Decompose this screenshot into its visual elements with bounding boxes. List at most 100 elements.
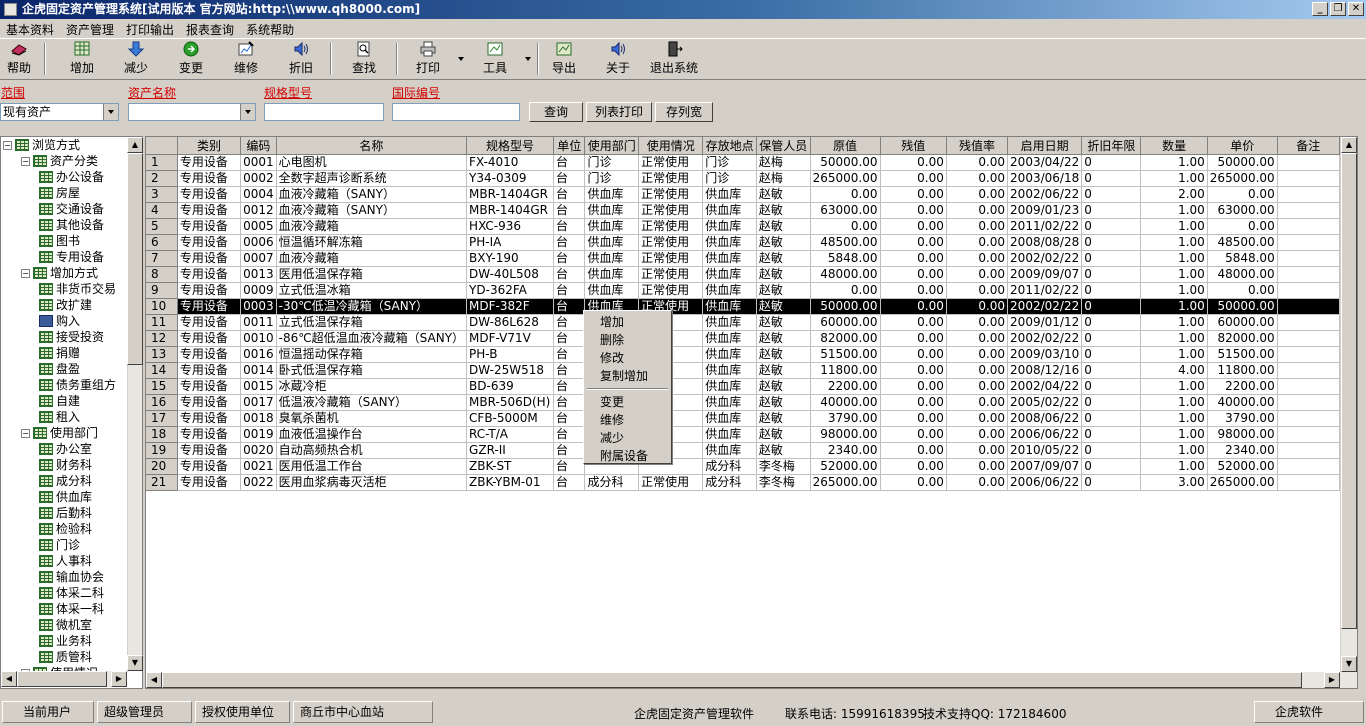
restore-button[interactable]: ❐ [1330,2,1346,16]
column-header[interactable]: 折旧年限 [1081,137,1142,155]
table-row[interactable]: 17 专用设备 0018 臭氧杀菌机 CFB-5000M 台供血库 赵敏 3790.00 0.0… [146,410,1357,427]
column-header[interactable]: 数量 [1140,137,1208,155]
tree-node[interactable]: 办公室 [39,441,92,457]
context-menu-reduce[interactable]: 减少 [600,429,624,447]
tree-node[interactable]: 体采一科 [39,601,104,617]
table-row[interactable]: 2 专用设备 0002 全数字超声诊断系统 Y34-0309 台门诊 正常使用 门诊 赵梅 265… [146,170,1357,187]
table-row[interactable]: 16 专用设备 0017 低温液冷藏箱（SANY） MBR-506D(H) 台供血库 赵敏 4… [146,394,1357,411]
table-row[interactable]: 6 专用设备 0006 恒温循环解冻箱 PH-IA 台供血库 正常使用 供血库 赵敏 48500.… [146,234,1357,251]
column-header[interactable]: 保管人员 [756,137,811,155]
tree-node[interactable]: − 增加方式 [21,265,98,281]
tree-node[interactable]: 房屋 [39,185,80,201]
tree-node[interactable]: 门诊 [39,537,80,553]
tree-node[interactable]: 人事科 [39,553,92,569]
scroll-left-icon[interactable]: ◀ [146,672,162,688]
table-row[interactable]: 11 专用设备 0011 立式低温保存箱 DW-86L628 台供血库 赵敏 60000.00… [146,314,1357,331]
tree-node[interactable]: 购入 [39,313,80,329]
tree-node[interactable]: − 使用部门 [21,425,98,441]
minimize-button[interactable]: _ [1312,2,1328,16]
tree-node[interactable]: 输血协会 [39,569,104,585]
table-row[interactable]: 13 专用设备 0016 恒温摇动保存箱 PH-B 台供血库 赵敏 51500.00 0.00 0… [146,346,1357,363]
menu-system-help[interactable]: 系统帮助 [240,19,300,38]
scroll-thumb[interactable] [1341,153,1357,629]
scroll-down-icon[interactable]: ▼ [1341,656,1357,672]
print-dropdown-arrow[interactable] [458,57,464,61]
intl-code-input[interactable] [392,103,520,121]
table-row[interactable]: 12 专用设备 0010 -86℃超低温血液冷藏箱（SANY） MDF-V71V 台 供血库… [146,330,1357,347]
exit-button[interactable]: 退出系统 [646,41,702,76]
tools-button[interactable]: 工具 [471,41,519,76]
asset-name-select[interactable] [128,103,256,121]
list-print-button[interactable]: 列表打印 [586,102,652,122]
close-button[interactable]: ✕ [1348,2,1364,16]
table-row[interactable]: 4 专用设备 0012 血液冷藏箱（SANY） MBR-1404GR 台供血库 正常使用 供血… [146,202,1357,219]
table-row[interactable]: 15 专用设备 0015 冰蔵冷柜 BD-639 台供血库 赵敏 2200.00 0.00 0.0… [146,378,1357,395]
menu-print-output[interactable]: 打印输出 [120,19,180,38]
tree-node[interactable]: 接受投资 [39,329,104,345]
table-row[interactable]: 14 专用设备 0014 卧式低温保存箱 DW-25W518 台供血库 赵敏 11800.00… [146,362,1357,379]
table-row[interactable]: 19 专用设备 0020 自动高频热合机 GZR-II 台供血库 赵敏 2340.00 0.00… [146,442,1357,459]
table-row[interactable]: 9 专用设备 0009 立式低温冰箱 YD-362FA 台供血库 正常使用 供血库 赵敏 0.00… [146,282,1357,299]
menu-reports[interactable]: 报表查询 [180,19,240,38]
tree-node[interactable]: 图书 [39,233,80,249]
tree-node[interactable]: 改扩建 [39,297,92,313]
column-header[interactable]: 名称 [276,137,468,155]
table-row[interactable]: 7 专用设备 0007 血液冷藏箱 BXY-190 台供血库 正常使用 供血库 赵敏 5848.0… [146,250,1357,267]
column-header[interactable]: 残值率 [946,137,1009,155]
scroll-right-icon[interactable]: ▶ [111,671,127,687]
scroll-up-icon[interactable]: ▲ [127,137,143,153]
scroll-right-icon[interactable]: ▶ [1324,672,1340,688]
tree-node[interactable]: 捐赠 [39,345,80,361]
context-menu-delete[interactable]: 删除 [600,331,624,349]
tree-vertical-scrollbar[interactable]: ▲ ▼ [127,137,143,671]
tree-horizontal-scrollbar[interactable]: ◀ ▶ [1,671,127,687]
context-menu-copy-add[interactable]: 复制增加 [600,367,648,385]
print-button[interactable]: 打印 [404,41,452,76]
scroll-down-icon[interactable]: ▼ [127,655,143,671]
change-button[interactable]: 变更 [167,41,215,76]
column-header[interactable]: 使用情况 [638,137,704,155]
collapse-icon[interactable]: − [3,141,12,150]
tree-node[interactable]: 质管科 [39,649,92,665]
column-header[interactable]: 使用部门 [584,137,640,155]
tree-node[interactable]: 办公设备 [39,169,104,185]
depreciation-button[interactable]: 折旧 [277,41,325,76]
column-header[interactable]: 单价 [1207,137,1278,155]
tree-node[interactable]: 租入 [39,409,80,425]
column-header[interactable]: 存放地点 [702,137,757,155]
menu-basic-data[interactable]: 基本资料 [0,19,60,38]
help-button[interactable]: 帮助 [0,41,43,76]
tree-node[interactable]: − 资产分类 [21,153,98,169]
tree-node[interactable]: 盘盈 [39,361,80,377]
menu-asset-management[interactable]: 资产管理 [60,19,120,38]
repair-button[interactable]: 维修 [222,41,270,76]
column-header[interactable]: 残值 [880,137,947,155]
table-row[interactable]: 10 专用设备 0003 -30℃低温冷藏箱（SANY） MDF-382F 台供血库 正常使… [146,298,1357,315]
column-header[interactable]: 启用日期 [1007,137,1083,155]
reduce-button[interactable]: 减少 [112,41,160,76]
table-row[interactable]: 1 专用设备 0001 心电图机 FX-4010 台门诊 正常使用 门诊 赵梅 50000.00 0… [146,154,1357,171]
scroll-up-icon[interactable]: ▲ [1341,137,1357,153]
column-header[interactable]: 原值 [810,137,881,155]
export-button[interactable]: 导出 [540,41,588,76]
tree-node[interactable]: 非货币交易 [39,281,116,297]
table-row[interactable]: 18 专用设备 0019 血液低温操作台 RC-T/A 台供血库 赵敏 98000.00 0.0… [146,426,1357,443]
query-button[interactable]: 查询 [529,102,583,122]
column-header[interactable]: 备注 [1277,137,1340,155]
tools-dropdown-arrow[interactable] [525,57,531,61]
chevron-down-icon[interactable] [103,104,118,120]
scope-select[interactable]: 现有资产 [0,103,119,121]
context-menu-edit[interactable]: 修改 [600,349,624,367]
tree-node[interactable]: 供血库 [39,489,92,505]
chevron-down-icon[interactable] [240,104,255,120]
table-row[interactable]: 20 专用设备 0021 医用低温工作台 ZBK-ST 台成分科 李冬梅 52000.00 0.… [146,458,1357,475]
column-header[interactable]: 规格型号 [466,137,554,155]
tree-node[interactable]: 后勤科 [39,505,92,521]
tree-node[interactable]: 财务科 [39,457,92,473]
column-header[interactable]: 单位 [553,137,586,155]
tree-node[interactable]: 检验科 [39,521,92,537]
grid-horizontal-scrollbar[interactable]: ◀ ▶ [146,672,1357,688]
context-menu-change[interactable]: 变更 [600,393,624,411]
tree-node[interactable]: 体采二科 [39,585,104,601]
context-menu-repair[interactable]: 维修 [600,411,624,429]
